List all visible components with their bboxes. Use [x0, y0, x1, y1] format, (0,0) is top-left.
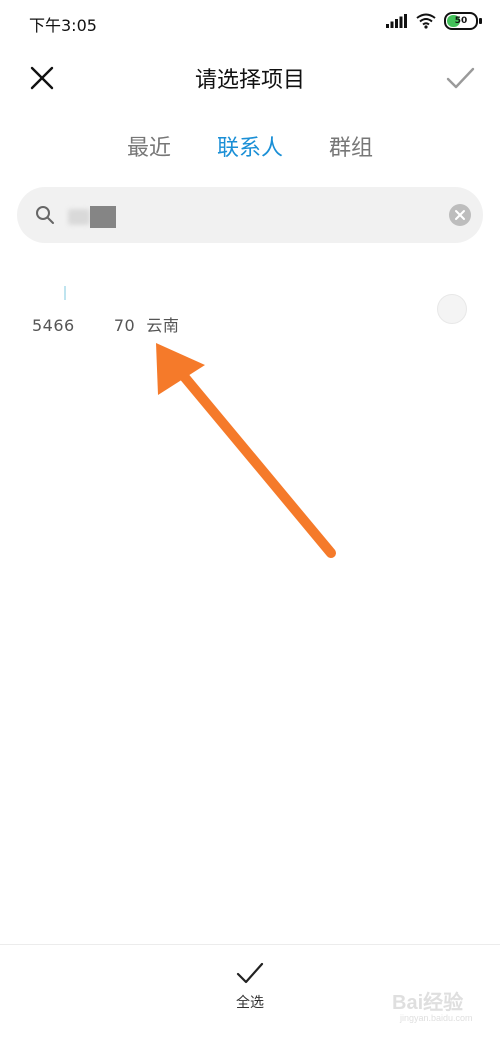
list-item[interactable]: 5466 70 云南 — [0, 276, 500, 348]
watermark-url: jingyan.baidu.com — [400, 1013, 473, 1023]
bottom-divider — [0, 944, 500, 945]
confirm-button[interactable] — [442, 60, 478, 96]
select-all-label: 全选 — [236, 995, 264, 1011]
check-icon — [446, 67, 475, 89]
search-input[interactable] — [71, 199, 435, 233]
battery-level: 50 — [454, 16, 468, 26]
header: 请选择项目 — [0, 50, 500, 106]
status-icons: 50 — [386, 12, 482, 30]
tab-groups[interactable]: 群组 — [329, 130, 373, 174]
select-checkbox[interactable] — [437, 294, 467, 324]
select-all-button[interactable]: 全选 — [210, 960, 290, 1024]
watermark-text: Bai经验 — [392, 992, 464, 1014]
watermark: Bai经验 jingyan.baidu.com — [390, 986, 490, 1026]
battery-icon: 50 — [444, 12, 482, 30]
page-title: 请选择项目 — [194, 68, 305, 93]
tab-bar: 最近 联系人 群组 — [0, 130, 500, 174]
redacted-search-text — [68, 206, 116, 228]
contact-picker-screen: 下午3:05 50 请选择项目 最近 联系人 群组 5466 70 云南 全选 … — [0, 0, 500, 1039]
clear-icon[interactable] — [449, 204, 471, 226]
status-bar: 下午3:05 50 — [0, 0, 500, 44]
contact-label: 5466 70 云南 — [32, 316, 180, 335]
wifi-icon — [416, 13, 436, 29]
search-icon — [36, 206, 54, 224]
status-time: 下午3:05 — [29, 16, 97, 35]
check-icon — [236, 962, 264, 984]
signal-icon — [386, 14, 407, 28]
tab-recent[interactable]: 最近 — [127, 130, 171, 174]
tab-contacts[interactable]: 联系人 — [217, 130, 283, 174]
result-marker — [64, 286, 66, 300]
